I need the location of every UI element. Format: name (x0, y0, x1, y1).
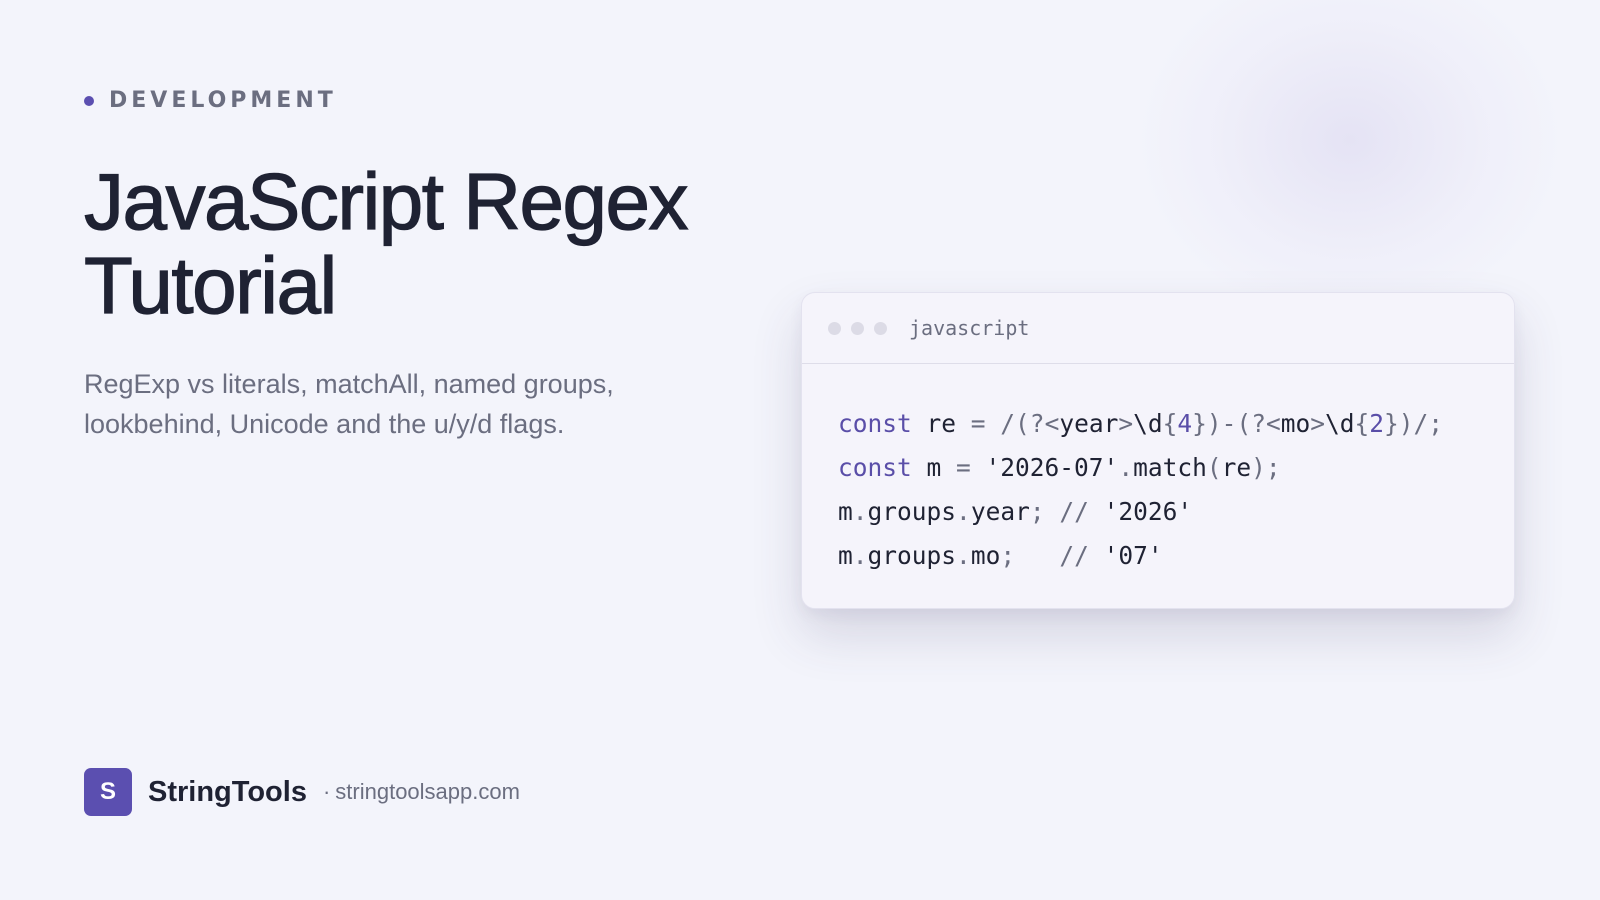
code-token: ); (1251, 453, 1281, 482)
code-language-label: javascript (909, 316, 1030, 340)
code-token: })/; (1384, 409, 1444, 438)
code-line: const re = /(?<year>\d{4})-(?<mo>\d{2})/… (838, 402, 1514, 446)
code-window: javascript const re = /(?<year>\d{4})-(?… (801, 292, 1515, 609)
code-token: { (1162, 409, 1178, 438)
code-token: (? (1236, 409, 1266, 438)
category-label: DEVELOPMENT (109, 88, 337, 113)
code-token: year (970, 497, 1030, 526)
code-token: year (1059, 409, 1119, 438)
page-subtitle: RegExp vs literals, matchAll, named grou… (84, 364, 704, 444)
code-token: re (911, 409, 971, 438)
page-title-line-2: Tutorial (83, 241, 337, 330)
code-line: m.groups.year; // '2026' (838, 490, 1514, 534)
code-token: '2026-07' (970, 453, 1119, 482)
code-token: groups (867, 541, 957, 570)
code-token: re (1221, 453, 1252, 482)
code-token: 4 (1177, 409, 1193, 438)
code-token: ; (1029, 497, 1045, 526)
code-token: = (970, 409, 986, 438)
brand-url: stringtoolsapp.com (335, 779, 520, 804)
code-token: const (838, 453, 912, 482)
code-token: = (956, 453, 971, 482)
code-token: // (1044, 497, 1104, 526)
code-token: mo (970, 541, 1001, 570)
bullet-dot-icon (84, 95, 94, 106)
code-token: m (838, 497, 853, 526)
code-block: const re = /(?<year>\d{4})-(?<mo>\d{2})/… (802, 364, 1514, 578)
code-token: - (1221, 409, 1237, 438)
code-token: '07' (1103, 541, 1163, 570)
code-token: > (1118, 409, 1134, 438)
code-token: { (1354, 409, 1370, 438)
code-token: < (1044, 409, 1060, 438)
window-dot-icon (828, 321, 841, 335)
code-token: ; (1000, 541, 1016, 570)
code-token: . (956, 541, 971, 570)
page-title: JavaScript Regex Tutorial (83, 157, 804, 330)
code-token: const (838, 409, 912, 438)
page-subtitle-line-1: RegExp vs literals, matchAll, named grou… (84, 369, 614, 399)
code-token: /(? (985, 409, 1045, 438)
code-token: 2 (1369, 409, 1385, 438)
window-controls (828, 321, 887, 335)
code-token: \d (1133, 409, 1163, 438)
category-kicker: DEVELOPMENT (84, 88, 337, 113)
background-glow (1140, 0, 1560, 320)
page-subtitle-line-2: lookbehind, Unicode and the u/y/d flags. (84, 409, 565, 439)
code-token: match (1133, 453, 1207, 482)
code-token: m (838, 541, 853, 570)
code-token: . (1118, 453, 1134, 482)
brand-name: StringTools (148, 775, 307, 808)
code-token: . (852, 497, 868, 526)
window-dot-icon (851, 321, 864, 335)
code-token: . (956, 497, 971, 526)
page-title-line-1: JavaScript Regex (83, 157, 689, 246)
code-token: > (1310, 409, 1325, 438)
brand-separator: · (322, 779, 331, 804)
code-token: }) (1192, 409, 1222, 438)
window-dot-icon (874, 321, 887, 335)
code-token: mo (1280, 409, 1311, 438)
code-line: const m = '2026-07'.match(re); (838, 446, 1514, 490)
brand-logo-icon: S (84, 768, 132, 816)
code-token: \d (1325, 409, 1355, 438)
code-window-header: javascript (802, 293, 1514, 364)
code-token: < (1265, 409, 1281, 438)
code-token: . (852, 541, 868, 570)
code-token: // (1015, 541, 1104, 570)
code-line: m.groups.mo; // '07' (838, 534, 1514, 578)
footer-brand: S StringTools · stringtoolsapp.com (84, 768, 520, 816)
code-token: m (911, 453, 957, 482)
code-token: ( (1206, 453, 1222, 482)
code-token: '2026' (1103, 497, 1193, 526)
code-token: groups (867, 497, 957, 526)
